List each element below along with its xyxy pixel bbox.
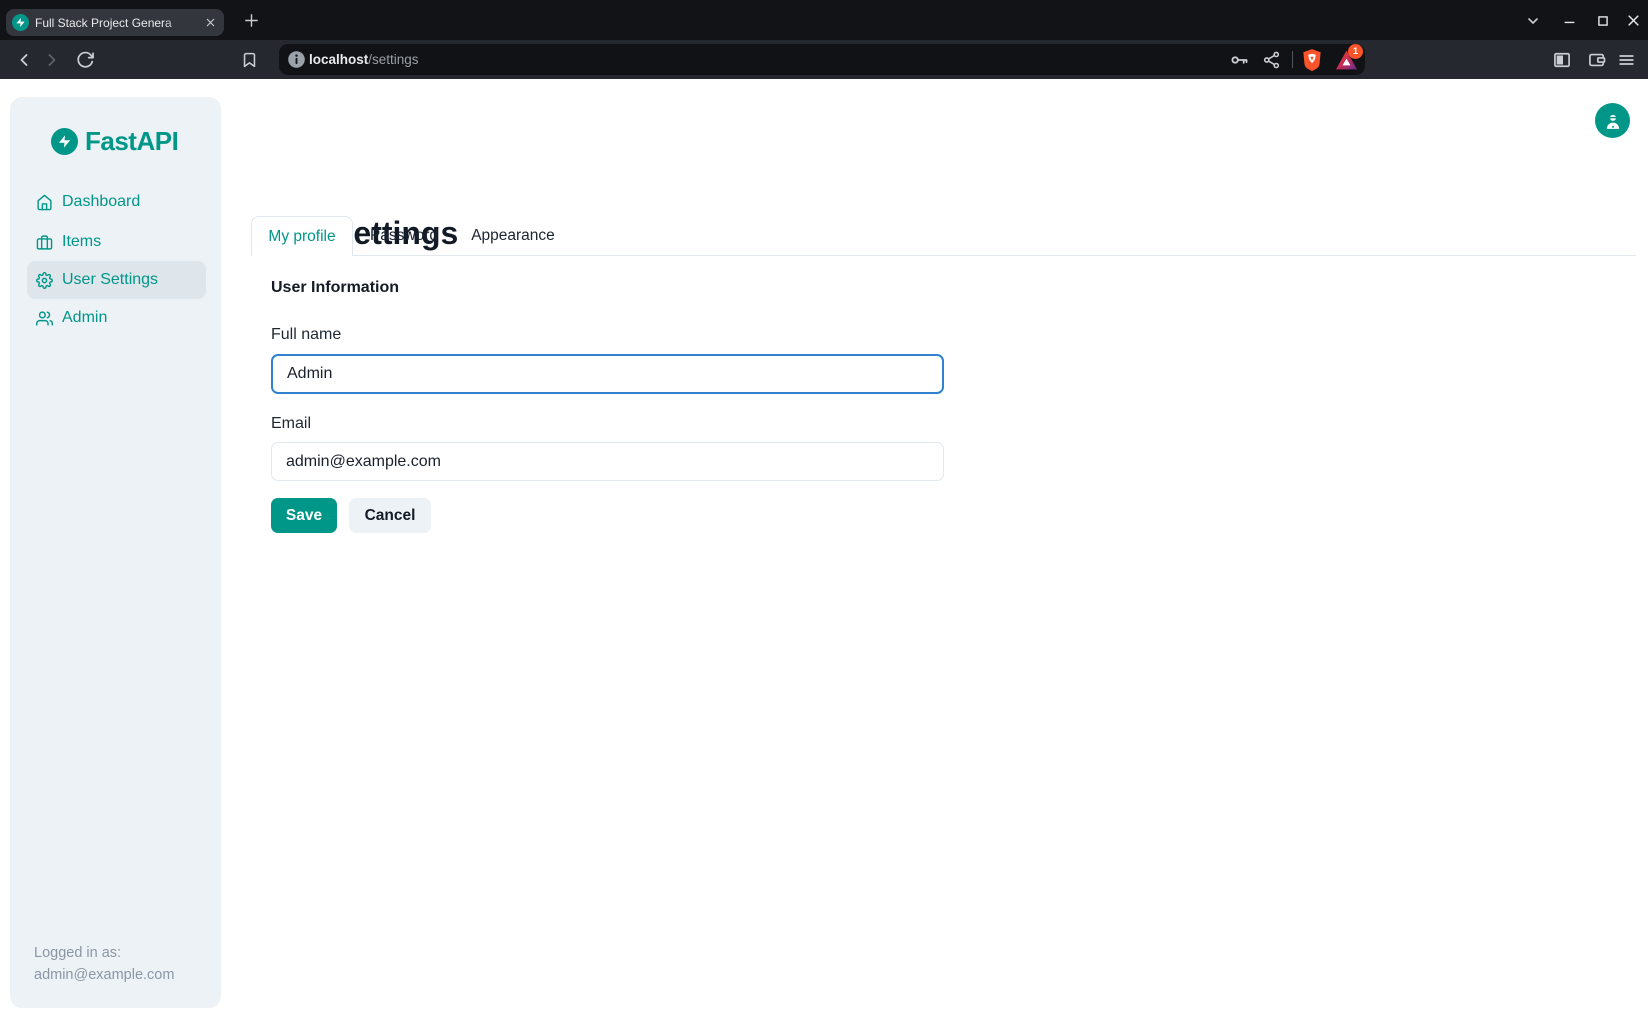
minimize-icon[interactable] bbox=[1561, 12, 1578, 29]
url-host: localhost bbox=[309, 52, 368, 67]
tab-close-icon[interactable] bbox=[202, 15, 218, 31]
key-icon[interactable] bbox=[1229, 49, 1250, 70]
tabs-divider bbox=[251, 255, 1636, 256]
user-menu-button[interactable] bbox=[1595, 103, 1630, 138]
user-avatar-icon bbox=[1603, 111, 1623, 131]
url-path: /settings bbox=[368, 52, 418, 67]
site-info-icon[interactable] bbox=[286, 49, 307, 70]
email-input[interactable] bbox=[271, 442, 944, 481]
sidebar-item-label: Items bbox=[62, 233, 101, 251]
maximize-icon[interactable] bbox=[1594, 12, 1611, 29]
cancel-button[interactable]: Cancel bbox=[349, 498, 431, 533]
browser-tab-strip: Full Stack Project Genera bbox=[0, 0, 1648, 40]
fastapi-favicon-icon bbox=[12, 14, 29, 31]
sidebar-item-items[interactable]: Items bbox=[10, 223, 221, 261]
address-bar[interactable]: localhost/settings 1 bbox=[279, 44, 1365, 75]
save-button[interactable]: Save bbox=[271, 498, 337, 533]
gear-icon bbox=[36, 272, 53, 289]
browser-tab[interactable]: Full Stack Project Genera bbox=[6, 9, 224, 36]
logged-in-email: admin@example.com bbox=[34, 964, 174, 986]
fastapi-logo-icon bbox=[51, 128, 78, 155]
tab-search-icon[interactable] bbox=[1524, 13, 1542, 28]
page-content: FastAPI Dashboard Items User Settings bbox=[0, 79, 1648, 1025]
wallet-icon[interactable] bbox=[1587, 50, 1607, 70]
url-text: localhost/settings bbox=[309, 44, 419, 75]
briefcase-icon bbox=[36, 234, 53, 251]
email-label: Email bbox=[271, 415, 311, 433]
window-close-icon[interactable] bbox=[1625, 12, 1642, 29]
logged-in-footer: Logged in as: admin@example.com bbox=[34, 942, 174, 986]
brave-shield-icon[interactable] bbox=[1301, 48, 1323, 72]
tab-title: Full Stack Project Genera bbox=[35, 16, 196, 30]
home-icon bbox=[36, 194, 53, 211]
bookmark-icon[interactable] bbox=[241, 51, 258, 68]
share-icon[interactable] bbox=[1262, 50, 1281, 69]
sidebar-item-label: User Settings bbox=[62, 271, 158, 289]
toolbar-divider bbox=[1292, 51, 1293, 68]
tab-appearance[interactable]: Appearance bbox=[455, 216, 571, 256]
tab-my-profile[interactable]: My profile bbox=[251, 216, 353, 256]
sidebar-toggle-icon[interactable] bbox=[1552, 50, 1572, 70]
app-logo: FastAPI bbox=[51, 126, 178, 157]
sidebar: FastAPI Dashboard Items User Settings bbox=[10, 97, 221, 1008]
back-icon[interactable] bbox=[14, 50, 34, 70]
browser-toolbar: localhost/settings 1 bbox=[0, 40, 1648, 79]
sidebar-item-dashboard[interactable]: Dashboard bbox=[10, 183, 221, 221]
forward-icon[interactable] bbox=[42, 50, 62, 70]
logged-in-label: Logged in as: bbox=[34, 942, 174, 964]
sidebar-item-admin[interactable]: Admin bbox=[10, 299, 221, 337]
app-logo-text: FastAPI bbox=[85, 126, 178, 157]
rewards-badge: 1 bbox=[1348, 44, 1363, 59]
menu-icon[interactable] bbox=[1617, 50, 1636, 69]
reload-icon[interactable] bbox=[76, 50, 95, 69]
sidebar-item-user-settings[interactable]: User Settings bbox=[10, 261, 221, 299]
full-name-label: Full name bbox=[271, 326, 341, 344]
sidebar-item-label: Admin bbox=[62, 309, 107, 327]
users-icon bbox=[36, 310, 53, 327]
sidebar-item-label: Dashboard bbox=[62, 193, 140, 211]
tab-password[interactable]: Password bbox=[353, 216, 455, 256]
section-title: User Information bbox=[271, 279, 399, 297]
new-tab-icon[interactable] bbox=[242, 11, 260, 29]
full-name-input[interactable] bbox=[271, 354, 944, 394]
